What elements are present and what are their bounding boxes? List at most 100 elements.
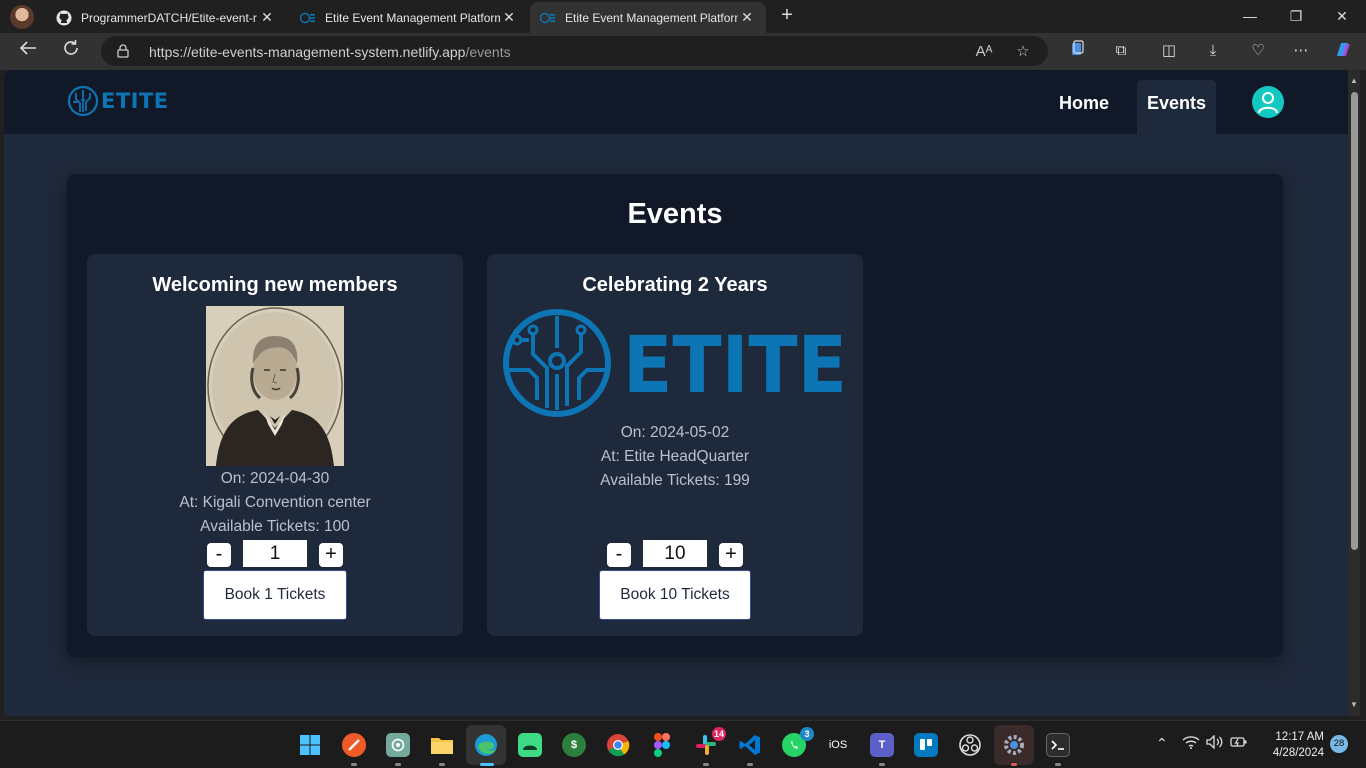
tab-title: Etite Event Management Platform [565, 10, 738, 25]
tab-title: Etite Event Management Platform [325, 10, 500, 25]
quantity-input[interactable]: 1 [243, 540, 307, 567]
notification-count[interactable]: 28 [1330, 735, 1348, 753]
collections-icon[interactable] [1066, 40, 1088, 62]
close-icon[interactable]: ✕ [738, 9, 756, 26]
browser-toolbar: https://etite-events-management-system.n… [0, 33, 1366, 70]
refresh-icon[interactable] [58, 39, 84, 63]
active-indicator [480, 763, 494, 766]
teams-icon[interactable]: T [870, 733, 894, 757]
increment-button[interactable]: + [319, 543, 343, 567]
github-icon [56, 10, 72, 26]
lock-icon [117, 44, 129, 58]
ios-app-icon[interactable]: iOS [826, 733, 850, 757]
close-icon[interactable]: ✕ [500, 9, 518, 26]
browser-tab-strip: ProgrammerDATCH/Etite-event-r ✕ Etite Ev… [0, 0, 1366, 33]
event-image-etite-logo: ETITE [503, 308, 849, 418]
tray-chevron-up-icon[interactable]: ⌃ [1156, 735, 1168, 752]
file-explorer-icon[interactable] [430, 733, 454, 757]
running-indicator [1055, 763, 1061, 766]
minimize-icon[interactable]: — [1238, 5, 1262, 27]
clock-date: 4/28/2024 [1272, 747, 1324, 759]
restore-icon[interactable]: ❐ [1284, 5, 1308, 27]
running-indicator [395, 763, 401, 766]
close-icon[interactable]: ✕ [258, 9, 276, 26]
book-tickets-button[interactable]: Book 10 Tickets [599, 570, 751, 620]
event-location: At: Etite HeadQuarter [600, 448, 750, 465]
split-screen-icon[interactable]: ◫ [1158, 40, 1180, 62]
running-indicator [879, 763, 885, 766]
android-studio-icon[interactable] [518, 733, 542, 757]
address-bar[interactable]: https://etite-events-management-system.n… [101, 36, 1048, 66]
quantity-stepper: - 1 + [87, 540, 463, 567]
events-panel: Events Welcoming new members On: 2024-04… [67, 174, 1283, 657]
decrement-button[interactable]: - [607, 543, 631, 567]
extensions-icon[interactable]: ⧉ [1110, 40, 1132, 62]
profile-avatar[interactable] [10, 5, 34, 29]
decrement-button[interactable]: - [207, 543, 231, 567]
quantity-stepper: - 10 + [487, 540, 863, 567]
chrome-icon[interactable] [606, 733, 630, 757]
page-scrollbar[interactable]: ▲ ▼ [1348, 70, 1360, 716]
wifi-icon[interactable] [1182, 735, 1200, 752]
event-title: Celebrating 2 Years [582, 274, 768, 296]
quantity-input[interactable]: 10 [643, 540, 707, 567]
web-page: ETITE Home Events Events Welcoming new m… [4, 70, 1348, 716]
site-logo[interactable]: ETITE [67, 85, 169, 117]
scroll-down-icon[interactable]: ▼ [1349, 700, 1359, 710]
whatsapp-icon[interactable]: 3 [782, 727, 814, 757]
url-host: https://etite-events-management-system.n… [149, 44, 466, 60]
etite-logo-icon [67, 85, 99, 117]
running-indicator [1011, 763, 1017, 766]
new-tab-button[interactable]: + [776, 4, 798, 26]
event-card: Celebrating 2 Years ETITE On: 2024-05-02… [487, 254, 863, 636]
performance-heart-icon[interactable]: ♡ [1247, 40, 1269, 62]
scroll-thumb[interactable] [1351, 92, 1358, 550]
slack-badge: 14 [711, 727, 726, 741]
book-tickets-button[interactable]: Book 1 Tickets [203, 570, 347, 620]
taskbar: $ 14 3 iOS T ⌃ 12:17 AM 4/28/2024 28 [0, 720, 1366, 768]
event-location: At: Kigali Convention center [179, 494, 371, 511]
settings-gear-icon[interactable] [1002, 733, 1026, 757]
more-menu-icon[interactable]: ⋯ [1290, 40, 1312, 62]
logo-text: ETITE [101, 89, 169, 113]
vscode-icon[interactable] [738, 733, 762, 757]
windows-start-icon[interactable] [298, 733, 322, 757]
event-date: On: 2024-04-30 [220, 470, 330, 487]
edge-browser-icon[interactable] [474, 733, 498, 757]
slack-icon[interactable]: 14 [694, 727, 726, 757]
browser-tab-etite-active[interactable]: Etite Event Management Platform ✕ [530, 2, 766, 33]
window-close-icon[interactable]: ✕ [1330, 5, 1354, 27]
etite-favicon-icon [540, 10, 556, 26]
obs-studio-icon[interactable] [958, 733, 982, 757]
url-text: https://etite-events-management-system.n… [149, 44, 511, 60]
postman-icon[interactable] [342, 733, 366, 757]
figma-icon[interactable] [650, 733, 674, 757]
scroll-up-icon[interactable]: ▲ [1349, 76, 1359, 86]
chatgpt-icon[interactable] [386, 733, 410, 757]
etite-logo-wordmark: ETITE [623, 321, 847, 411]
increment-button[interactable]: + [719, 543, 743, 567]
running-indicator [703, 763, 709, 766]
terminal-icon[interactable] [1046, 733, 1070, 757]
copilot-icon[interactable] [1332, 40, 1354, 62]
clock-time: 12:17 AM [1275, 731, 1324, 743]
event-date: On: 2024-05-02 [620, 424, 730, 441]
url-path: /events [465, 44, 511, 60]
favorite-star-icon[interactable]: ☆ [1013, 42, 1033, 62]
read-aloud-icon[interactable]: Aᴬ [974, 42, 994, 62]
trello-icon[interactable] [914, 733, 938, 757]
battery-charging-icon[interactable] [1230, 735, 1248, 752]
trading-app-icon[interactable]: $ [562, 733, 586, 757]
volume-icon[interactable] [1206, 734, 1224, 752]
nav-events[interactable]: Events [1137, 80, 1216, 134]
back-arrow-icon[interactable] [15, 39, 41, 63]
browser-tab-etite[interactable]: Etite Event Management Platform ✕ [290, 2, 528, 33]
user-avatar[interactable] [1252, 86, 1284, 118]
running-indicator [747, 763, 753, 766]
system-clock[interactable]: 12:17 AM 4/28/2024 [1262, 729, 1324, 761]
nav-home[interactable]: Home [1044, 80, 1124, 134]
browser-tab-github[interactable]: ProgrammerDATCH/Etite-event-r ✕ [46, 2, 286, 33]
tab-title: ProgrammerDATCH/Etite-event-r [81, 10, 257, 25]
event-available-tickets: Available Tickets: 199 [600, 472, 750, 489]
downloads-icon[interactable]: ⤓ [1202, 40, 1224, 62]
